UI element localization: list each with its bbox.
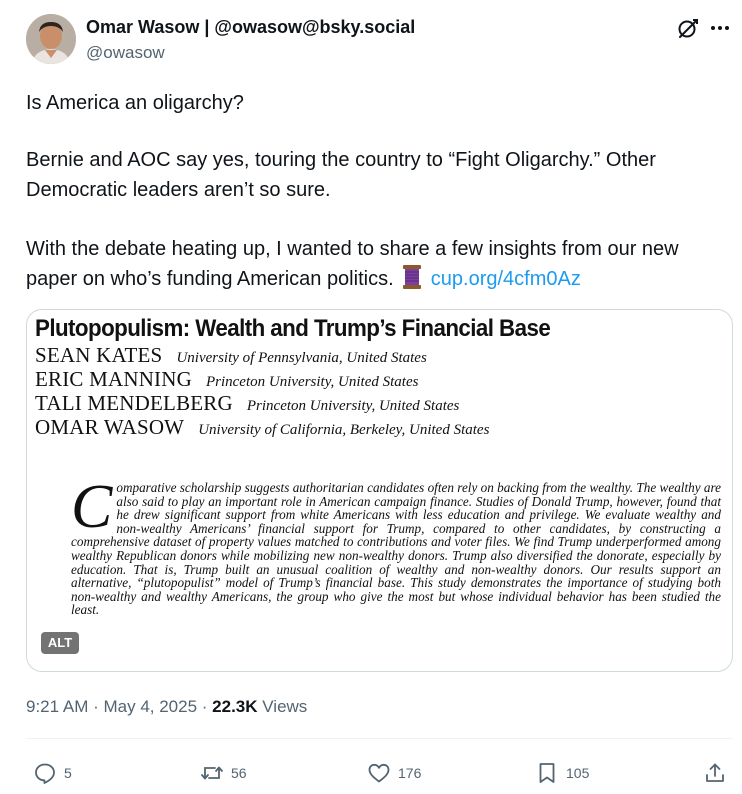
paper-author-name: TALI MENDELBERG: [35, 391, 233, 415]
avatar-photo: [26, 14, 76, 64]
views-count: 22.3K: [212, 697, 258, 716]
abstract-dropcap: C: [71, 473, 113, 541]
paper-author-name: OMAR WASOW: [35, 415, 185, 439]
paper-author-affiliation: University of California, Berkeley, Unit…: [198, 422, 490, 438]
repost-count: 56: [231, 765, 247, 781]
heart-icon: [368, 763, 390, 783]
paper-abstract: Comparative scholarship suggests authori…: [71, 473, 721, 618]
repost-button[interactable]: 56: [200, 760, 247, 786]
paper-author-name: SEAN KATES: [35, 343, 163, 367]
post-text-line: paper on who’s funding American politics…: [26, 264, 726, 294]
post-text-line: With the debate heating up, I wanted to …: [26, 238, 679, 260]
post-text-line: Bernie and AOC say yes, touring the coun…: [26, 149, 656, 171]
share-icon: [706, 763, 724, 782]
meta-separator: ·: [197, 697, 213, 716]
paper-author-row: ERIC MANNING Princeton University, United…: [35, 367, 418, 392]
paper-author-name: ERIC MANNING: [35, 367, 192, 391]
grok-icon[interactable]: [676, 16, 700, 40]
share-button[interactable]: [703, 760, 727, 786]
paper-title: Plutopopulism: Wealth and Trump’s Financ…: [35, 315, 551, 342]
reply-count: 5: [64, 765, 72, 781]
views-label: Views: [257, 697, 308, 716]
post-text-paragraph-2: Bernie and AOC say yes, touring the coun…: [26, 145, 726, 205]
post-date[interactable]: May 4, 2025: [103, 697, 197, 716]
paper-author-affiliation: Princeton University, United States: [246, 398, 460, 414]
media-image[interactable]: Plutopopulism: Wealth and Trump’s Financ…: [26, 309, 733, 672]
post-text-paragraph-3: With the debate heating up, I wanted to …: [26, 234, 726, 294]
post-time[interactable]: 9:21 AM: [26, 697, 88, 716]
like-count: 176: [398, 765, 422, 781]
paper-author-row: TALI MENDELBERG Princeton University, Uni…: [35, 391, 459, 416]
paper-author-row: SEAN KATES University of Pennsylvania, Un…: [35, 343, 427, 368]
post-metadata: 9:21 AM · May 4, 2025 · 22.3K Views: [26, 697, 307, 717]
paper-author-affiliation: Princeton University, United States: [205, 374, 419, 390]
post-text-line: Is America an oligarchy?: [26, 92, 244, 114]
divider: [26, 738, 732, 739]
avatar[interactable]: [26, 14, 76, 64]
bookmark-count: 105: [566, 765, 590, 781]
alt-text-badge[interactable]: ALT: [41, 632, 79, 654]
author-name[interactable]: Omar Wasow | @owasow@bsky.social: [86, 17, 415, 38]
meta-separator: ·: [88, 697, 104, 716]
abstract-text: omparative scholarship suggests authorit…: [71, 480, 721, 618]
tweet: Omar Wasow | @owasow@bsky.social @owasow…: [0, 0, 742, 794]
like-button[interactable]: 176: [367, 760, 421, 786]
spool-of-thread-icon: [403, 265, 422, 289]
bookmark-icon: [539, 763, 555, 783]
paper-author-affiliation: University of Pennsylvania, United State…: [176, 350, 427, 366]
reply-icon: [35, 763, 55, 784]
paper-link[interactable]: cup.org/4cfm0Az: [431, 268, 581, 290]
paper-author-row: OMAR WASOW University of California, Berk…: [35, 415, 489, 440]
author-handle[interactable]: @owasow: [86, 43, 165, 63]
post-text-line: Democratic leaders aren’t so sure.: [26, 179, 331, 201]
bookmark-button[interactable]: 105: [535, 760, 589, 786]
post-text-fragment: paper on who’s funding American politics…: [26, 268, 394, 290]
reply-button[interactable]: 5: [33, 760, 72, 786]
repost-icon: [201, 766, 223, 780]
more-options-icon[interactable]: [708, 16, 732, 40]
